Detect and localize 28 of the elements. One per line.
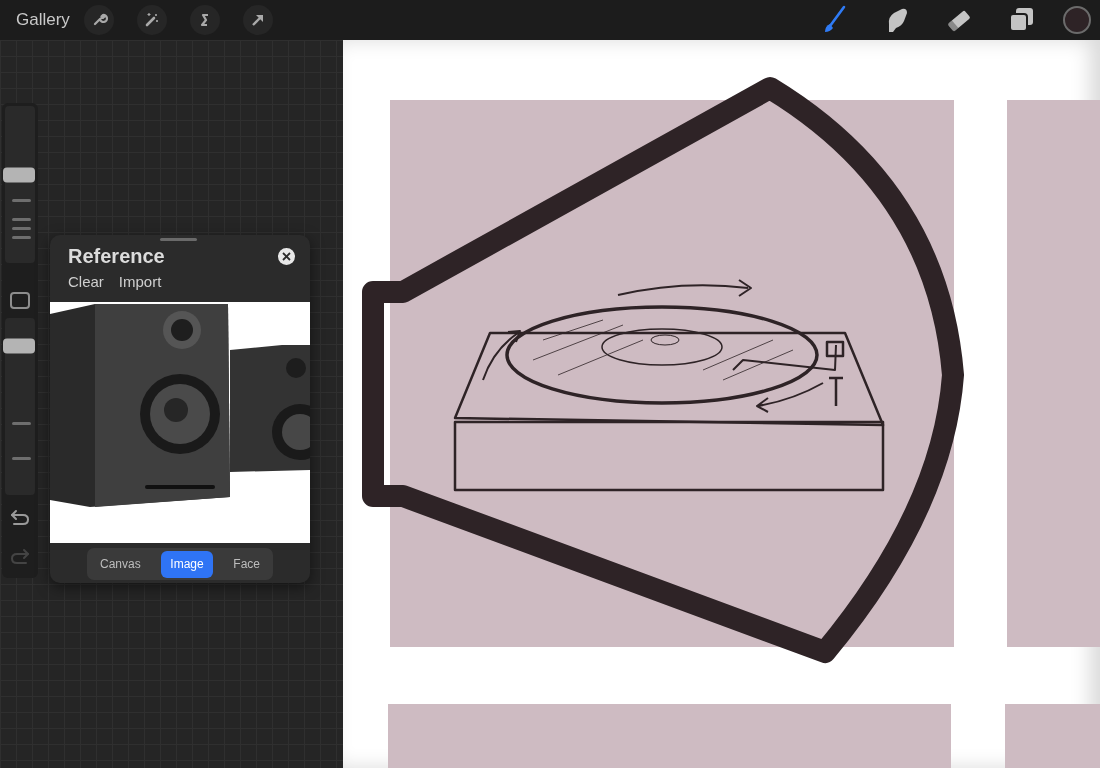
slider-thumb[interactable] [3,338,35,354]
wrench-button[interactable] [83,5,114,35]
selection-button[interactable] [189,5,220,35]
magic-wand-button[interactable] [136,5,167,35]
slider-tick [12,218,31,221]
panel-title: Reference [68,244,165,268]
opacity-slider[interactable] [5,318,35,495]
arrow-button[interactable] [242,5,273,35]
undo-icon [10,508,30,526]
slider-thumb[interactable] [3,167,35,183]
view-tab[interactable]: Canvas [91,550,150,578]
close-button[interactable] [278,248,295,265]
redo-icon [10,547,30,565]
view-tab[interactable]: Face [224,550,269,578]
slider-tick [12,199,31,202]
slider-tick [12,457,31,460]
panel-action[interactable]: Import [118,273,162,291]
modify-button[interactable] [10,292,30,309]
close-icon [282,252,291,261]
view-tab[interactable]: Image [161,550,213,578]
gallery-button[interactable]: Gallery [0,7,84,33]
slider-tick [12,236,31,239]
grab-handle[interactable] [160,238,197,241]
brush-size-slider[interactable] [5,106,35,263]
slider-tick [12,422,31,425]
slider-tick [12,227,31,230]
panel-action[interactable]: Clear [68,273,104,291]
color-swatch[interactable] [1063,6,1091,34]
